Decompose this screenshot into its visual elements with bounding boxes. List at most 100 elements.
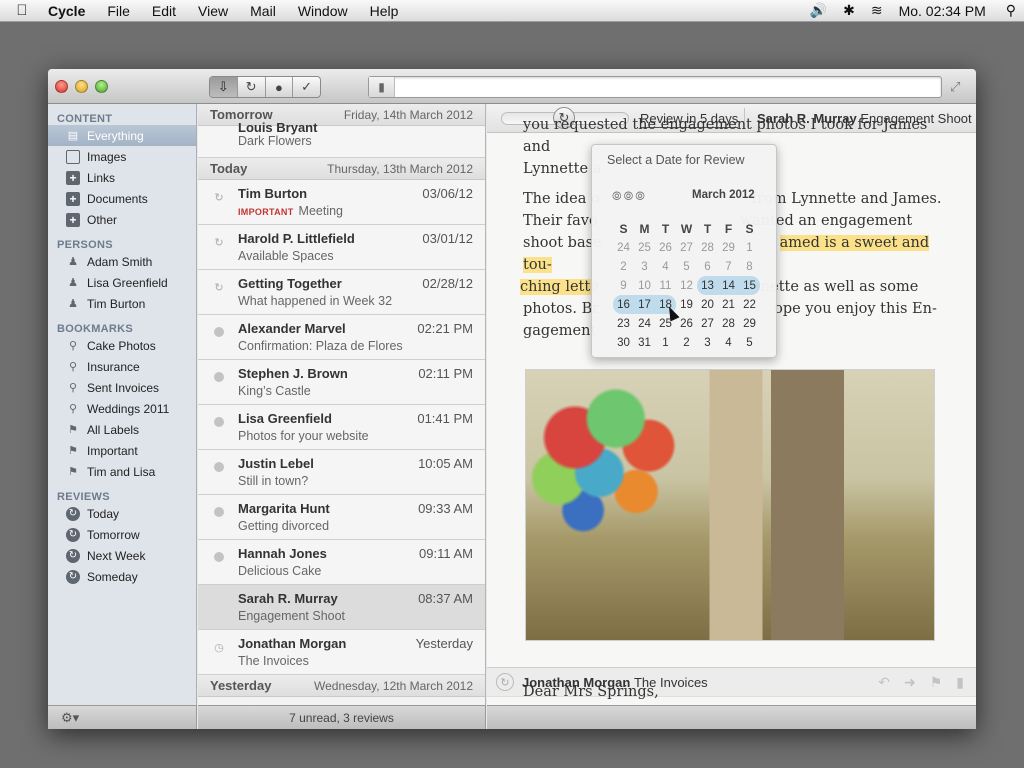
calendar-day[interactable]: 24 [634,314,655,333]
zoom-window-button[interactable] [95,80,108,93]
calendar-day[interactable]: 7 [718,257,739,276]
bookmark-icon[interactable]: ▮ [956,674,964,691]
calendar-day[interactable]: 30 [613,333,634,352]
engagement-photo[interactable] [525,369,935,641]
sidebar-item-today[interactable]: ↻ Today [48,503,196,524]
calendar-day[interactable]: 29 [718,238,739,257]
list-item[interactable]: ↻ Tim Burton 03/06/12 IMPORTANT Meeting [198,180,485,225]
list-item[interactable]: Hannah Jones 09:11 AM Delicious Cake [198,540,485,585]
sidebar-item-cake-photos[interactable]: ⚲ Cake Photos [48,335,196,356]
sidebar-item-weddings-2011[interactable]: ⚲ Weddings 2011 [48,398,196,419]
sidebar-item-everything[interactable]: ▤ Everything [48,125,196,146]
wifi-icon[interactable]: ≋ [863,2,891,19]
calendar-day[interactable]: 11 [655,276,676,295]
circle-icon[interactable]: ● [266,77,294,97]
calendar-day[interactable]: 23 [613,314,634,333]
calendar-day[interactable]: 9 [613,276,634,295]
sidebar-item-other[interactable]: + Other [48,209,196,230]
list-item[interactable]: Lisa Greenfield 01:41 PM Photos for your… [198,405,485,450]
calendar-day[interactable]: 5 [739,333,760,352]
sidebar-item-lisa-greenfield[interactable]: ♟ Lisa Greenfield [48,272,196,293]
sidebar-item-links[interactable]: + Links [48,167,196,188]
fullscreen-icon[interactable]: ⤢ [950,79,960,95]
sidebar-item-important[interactable]: ⚑ Important [48,440,196,461]
calendar-day[interactable]: 2 [676,333,697,352]
today-icon[interactable]: ⦾ [624,189,634,204]
calendar-day[interactable]: 4 [718,333,739,352]
list-item[interactable]: Stephen J. Brown 02:11 PM King’s Castle [198,360,485,405]
calendar-day[interactable]: 3 [634,257,655,276]
calendar-day[interactable]: 31 [634,333,655,352]
calendar-day[interactable]: 20 [697,295,718,314]
highlighted-text[interactable]: ching lette [520,279,599,295]
sidebar-item-tim-and-lisa[interactable]: ⚑ Tim and Lisa [48,461,196,482]
list-item[interactable]: Alexander Marvel 02:21 PM Confirmation: … [198,315,485,360]
sidebar-item-sent-invoices[interactable]: ⚲ Sent Invoices [48,377,196,398]
calendar-day[interactable]: 14 [718,276,739,295]
calendar-day[interactable]: 25 [634,238,655,257]
archive-icon[interactable]: ⇩ [210,77,238,97]
calendar-day[interactable]: 28 [718,314,739,333]
menu-edit[interactable]: Edit [141,3,187,19]
close-window-button[interactable] [55,80,68,93]
menu-file[interactable]: File [96,3,141,19]
bluetooth-icon[interactable]: ✱ [835,2,863,19]
forward-icon[interactable]: ➜ [904,674,916,691]
calendar-day[interactable]: 16 [613,295,634,314]
reply-icon[interactable]: ↶ [878,674,890,691]
calendar-day[interactable]: 27 [697,314,718,333]
calendar-day[interactable]: 26 [655,238,676,257]
bookmark-icon[interactable]: ▮ [369,77,395,97]
calendar-day[interactable]: 17 [634,295,655,314]
list-item[interactable]: ↻ Getting Together 02/28/12 What happene… [198,270,485,315]
menu-view[interactable]: View [187,3,239,19]
list-item-selected[interactable]: Sarah R. Murray 08:37 AM Engagement Shoo… [198,585,485,630]
calendar-day[interactable]: 10 [634,276,655,295]
calendar-day[interactable]: 22 [739,295,760,314]
calendar-day[interactable]: 5 [676,257,697,276]
sidebar-item-tomorrow[interactable]: ↻ Tomorrow [48,524,196,545]
calendar-day[interactable]: 15 [739,276,760,295]
previous-month-icon[interactable]: ⦾ [612,189,622,204]
sidebar-item-images[interactable]: Images [48,146,196,167]
calendar-day[interactable]: 12 [676,276,697,295]
list-item[interactable]: ◷ Jonathan Morgan Yesterday The Invoices [198,630,485,675]
calendar-day[interactable]: 29 [739,314,760,333]
calendar-day[interactable]: 6 [697,257,718,276]
volume-icon[interactable]: 🔊 [802,2,835,19]
sidebar-item-documents[interactable]: + Documents [48,188,196,209]
tag-icon[interactable]: ⚑ [930,674,943,691]
list-item[interactable]: ↻ Harold P. Littlefield 03/01/12 Availab… [198,225,485,270]
sidebar-item-next-week[interactable]: ↻ Next Week [48,545,196,566]
calendar-day[interactable]: 1 [739,238,760,257]
calendar-day-today[interactable]: 13 [697,276,718,295]
minimize-window-button[interactable] [75,80,88,93]
search-field[interactable]: ▮ [368,76,942,98]
sidebar-item-insurance[interactable]: ⚲ Insurance [48,356,196,377]
menu-help[interactable]: Help [359,3,410,19]
list-item[interactable]: Justin Lebel 10:05 AM Still in town? [198,450,485,495]
menu-mail[interactable]: Mail [239,3,287,19]
calendar-day[interactable]: 19 [676,295,697,314]
gear-icon[interactable]: ⚙▾ [61,710,79,726]
list-item[interactable]: Margarita Hunt 09:33 AM Getting divorced [198,495,485,540]
calendar-day[interactable]: 28 [697,238,718,257]
calendar-day[interactable]: 24 [613,238,634,257]
calendar-day[interactable]: 8 [739,257,760,276]
calendar-day[interactable]: 4 [655,257,676,276]
sidebar-item-all-labels[interactable]: ⚑ All Labels [48,419,196,440]
sidebar-item-someday[interactable]: ↻ Someday [48,566,196,587]
calendar-day[interactable]: 2 [613,257,634,276]
spotlight-search-icon[interactable]: ⚲ [998,2,1024,19]
apple-menu-icon[interactable]:  [0,2,44,19]
menu-clock[interactable]: Mo. 02:34 PM [891,3,998,19]
calendar-day[interactable]: 27 [676,238,697,257]
menu-window[interactable]: Window [287,3,359,19]
menu-app-name[interactable]: Cycle [44,3,96,19]
calendar-day[interactable]: 21 [718,295,739,314]
list-item[interactable]: Louis Bryant Dark Flowers [198,120,485,158]
calendar-day[interactable]: 3 [697,333,718,352]
refresh-icon[interactable]: ↻ [238,77,266,97]
next-month-icon[interactable]: ⦾ [635,189,645,204]
calendar-day[interactable]: 1 [655,333,676,352]
